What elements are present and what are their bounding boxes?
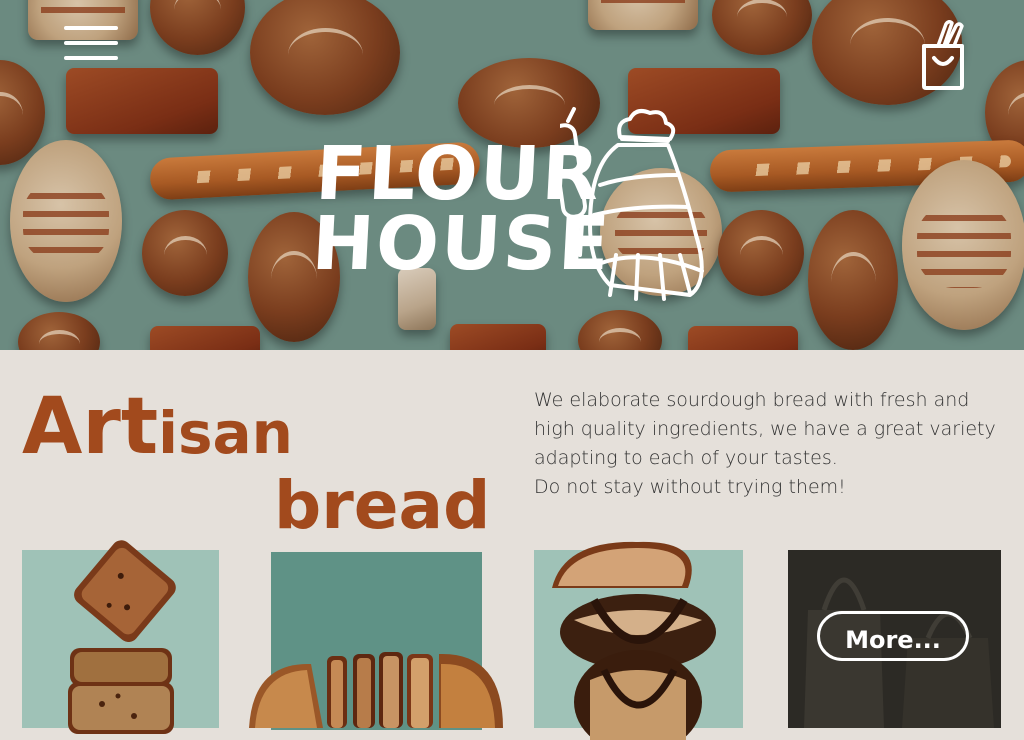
bread-decor: [142, 210, 228, 296]
bread-decor: [66, 68, 218, 134]
bread-decor: [712, 0, 812, 55]
headline-bread: bread: [274, 467, 491, 544]
brand-logo[interactable]: FLOUR HOUSE: [310, 105, 720, 305]
hamburger-menu-line: [64, 56, 118, 60]
headline-art: Art: [22, 382, 159, 472]
bread-decor: [688, 326, 798, 350]
bread-decor: [150, 0, 245, 55]
hamburger-menu-line: [64, 41, 118, 45]
bread-slices-image: [68, 540, 176, 734]
menu-button[interactable]: [64, 26, 118, 62]
headline-artisan: Artisan: [22, 382, 293, 478]
sliced-loaf-image: [249, 652, 503, 728]
description-line: high quality ingredients, we have a grea…: [534, 418, 996, 440]
headline-isan: isan: [158, 399, 293, 467]
cart-button[interactable]: [916, 18, 970, 92]
more-button[interactable]: More...: [817, 611, 969, 661]
bread-decor: [10, 140, 122, 302]
bread-decor: [150, 326, 260, 350]
description-line: Do not stay without trying them!: [534, 476, 846, 498]
hero-banner: FLOUR HOUSE: [0, 0, 1024, 350]
bread-decor: [18, 312, 100, 350]
bread-decor: [250, 0, 400, 115]
bread-decor: [902, 160, 1024, 330]
product-card-stacked-slices[interactable]: [22, 540, 219, 734]
bread-decor: [718, 210, 804, 296]
hamburger-menu-icon: [64, 26, 118, 30]
bread-decor: [588, 0, 698, 30]
description-line: We elaborate sourdough bread with fresh …: [534, 389, 970, 411]
intro-description: We elaborate sourdough bread with fresh …: [534, 386, 1004, 502]
bread-decor: [808, 210, 898, 350]
product-card-round-loaf[interactable]: [534, 541, 743, 740]
round-loaf-image: [552, 541, 716, 740]
chef-bread-mascot-icon: [560, 107, 704, 301]
shopping-bag-icon: [922, 19, 964, 90]
bread-decor: [578, 310, 662, 350]
bread-decor: [450, 324, 546, 350]
product-card-sliced-loaf[interactable]: [249, 552, 503, 730]
description-line: adapting to each of your tastes.: [534, 447, 838, 469]
